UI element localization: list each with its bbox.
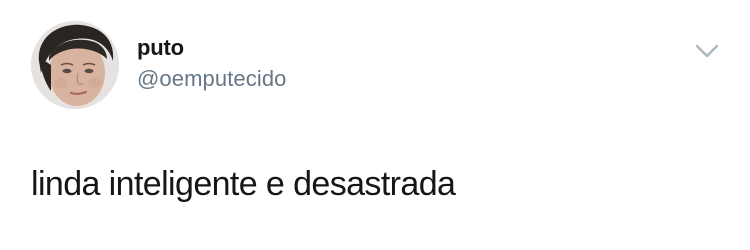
tweet-card: puto @oemputecido linda inteligente e de… [0,0,750,250]
author-display-name[interactable]: puto [137,35,184,61]
chevron-down-icon [695,44,719,58]
author-handle[interactable]: @oemputecido [137,66,287,92]
tweet-menu-button[interactable] [690,38,724,64]
avatar[interactable] [31,21,119,109]
tweet-text: linda inteligente e desastrada [31,165,456,203]
profile-photo-icon [31,21,119,109]
